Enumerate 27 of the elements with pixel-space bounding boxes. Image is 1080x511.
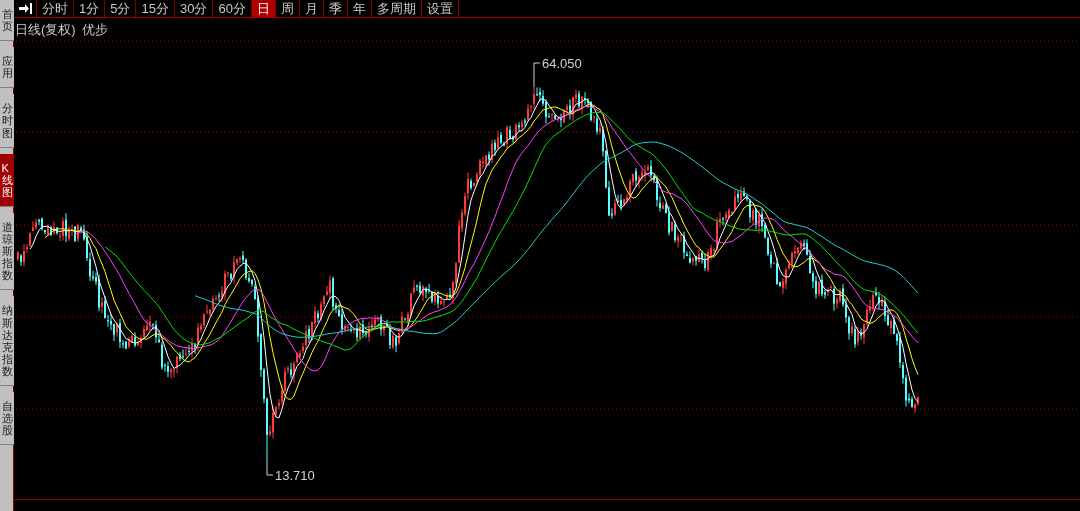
period-tab[interactable]: 周	[275, 0, 300, 18]
period-tab[interactable]: 年	[347, 0, 372, 18]
period-tab[interactable]: 日	[251, 0, 276, 18]
arrow-to-bar-icon	[18, 3, 32, 15]
period-tab[interactable]: 15分	[136, 0, 175, 18]
sidebar-tab[interactable]: 道琼斯指数	[0, 212, 14, 291]
period-tab[interactable]: 1分	[74, 0, 106, 18]
sidebar-tab[interactable]: 首页	[0, 0, 14, 42]
period-tab[interactable]: 30分	[174, 0, 214, 18]
sidebar-tab[interactable]: 分时图	[0, 94, 14, 148]
sidebar-tab[interactable]: 自选股	[0, 391, 14, 446]
period-tab[interactable]: 分时	[37, 0, 74, 18]
period-tab[interactable]: 多周期	[371, 0, 422, 18]
period-tab[interactable]: 60分	[213, 0, 252, 18]
period-tab[interactable]: 5分	[105, 0, 137, 18]
period-tab[interactable]: 月	[299, 0, 324, 18]
chart-period-label: 日线(复权)	[15, 21, 76, 40]
sidebar-tab[interactable]: K线图	[0, 153, 14, 207]
leader-line	[266, 460, 274, 476]
sidebar-tab[interactable]: 应用	[0, 47, 14, 89]
leader-line	[533, 62, 541, 88]
high-price-label: 64.050	[542, 56, 582, 72]
period-tab[interactable]: 季	[323, 0, 348, 18]
sidebar-tab[interactable]: 纳斯达克指数	[0, 296, 14, 386]
period-tab[interactable]: 设置	[421, 0, 459, 18]
stock-name: 优步	[81, 21, 108, 40]
low-price-label: 13.710	[275, 468, 315, 484]
